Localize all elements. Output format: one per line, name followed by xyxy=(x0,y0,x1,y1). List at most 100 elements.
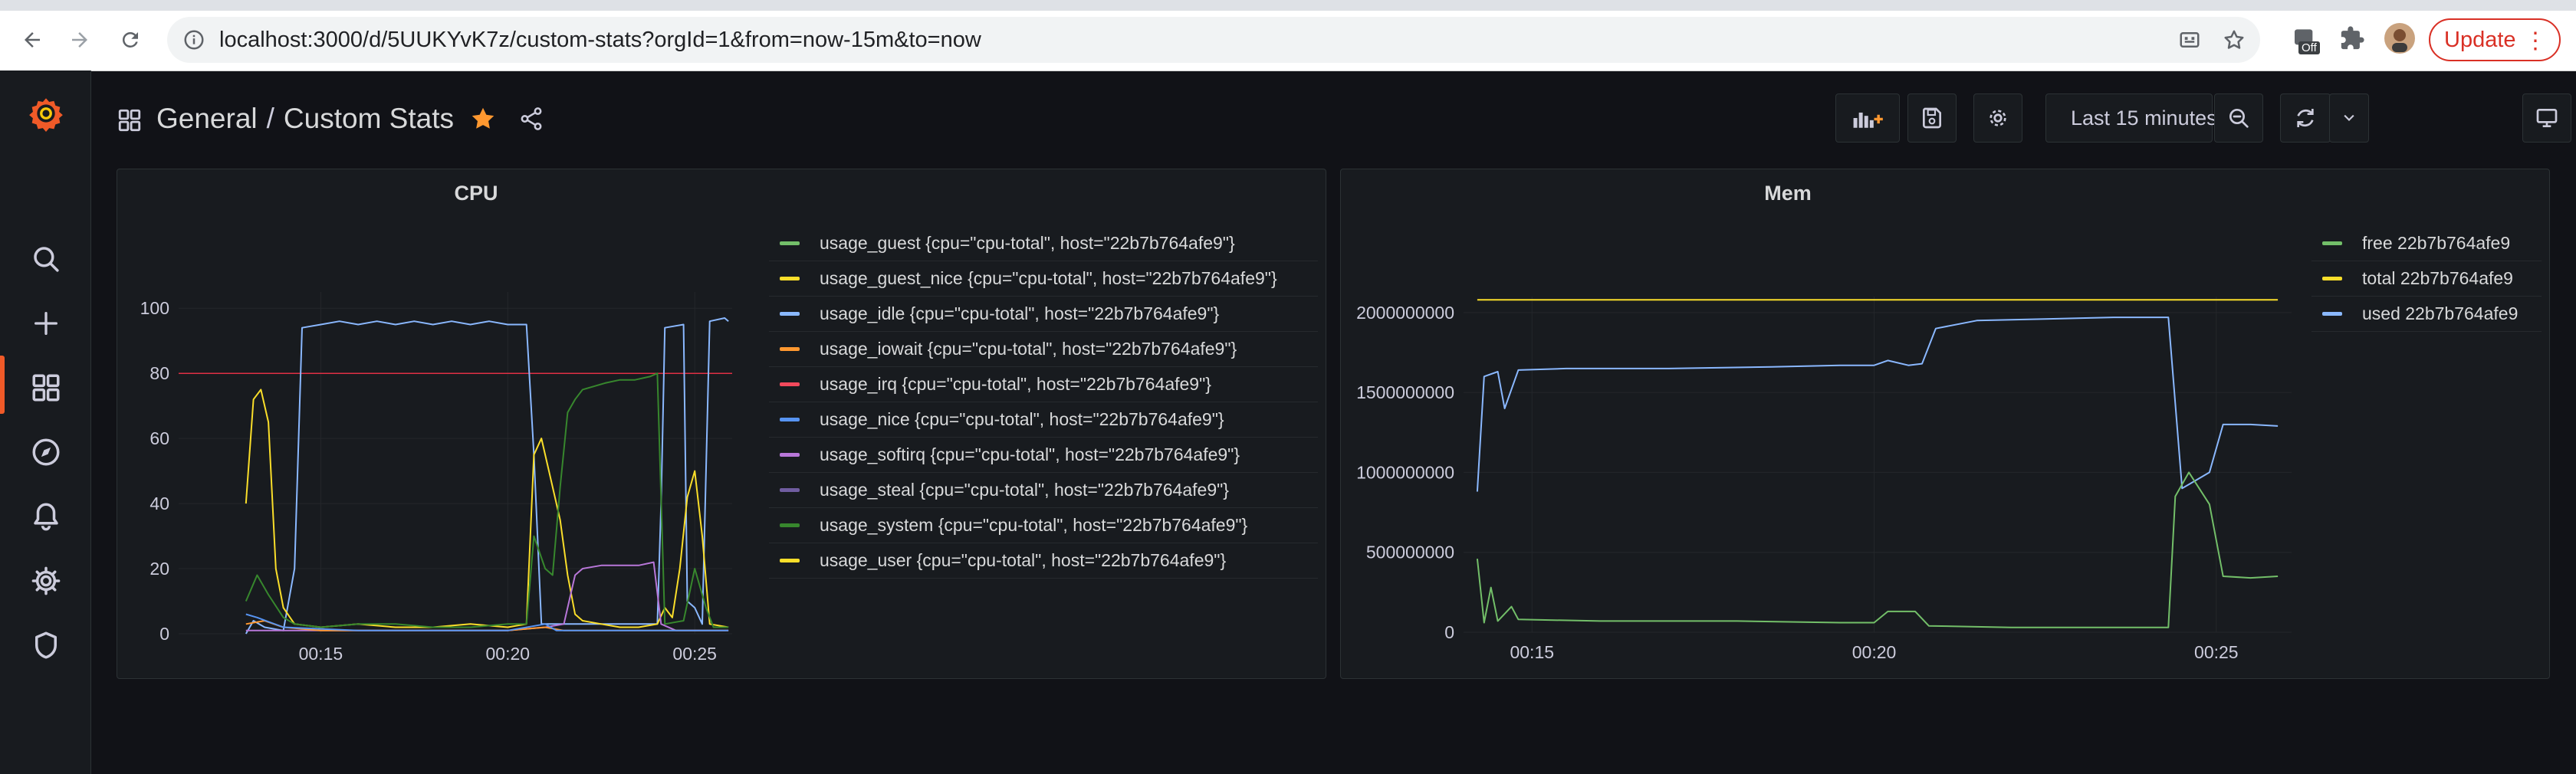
url-text[interactable]: localhost:3000/d/5UUKYvK7z/custom-stats?… xyxy=(219,28,981,53)
x-tick-label: 00:25 xyxy=(672,644,717,664)
legend-item[interactable]: usage_system {cpu="cpu-total", host="22b… xyxy=(769,508,1318,543)
arrow-left-icon xyxy=(25,32,40,48)
legend-item[interactable]: usage_steal {cpu="cpu-total", host="22b7… xyxy=(769,473,1318,508)
y-tick-label: 0 xyxy=(1444,622,1454,642)
breadcrumb-separator: / xyxy=(266,103,274,134)
legend-color-swatch xyxy=(2322,312,2342,316)
legend-item[interactable]: usage_user {cpu="cpu-total", host="22b7b… xyxy=(769,543,1318,579)
page-title[interactable]: Custom Stats xyxy=(284,103,454,135)
more-vert-icon[interactable]: ⋮ xyxy=(2524,28,2547,54)
info-icon[interactable] xyxy=(182,28,205,51)
legend-item[interactable]: usage_guest {cpu="cpu-total", host="22b7… xyxy=(769,226,1318,261)
profile-avatar[interactable] xyxy=(2381,20,2418,57)
star-icon[interactable] xyxy=(469,105,497,133)
legend-item[interactable]: usage_softirq {cpu="cpu-total", host="22… xyxy=(769,438,1318,473)
add-panel-icon xyxy=(1853,112,1883,128)
legend-item[interactable]: free 22b7b764afe9 xyxy=(2312,226,2542,261)
folder-link[interactable]: General xyxy=(156,103,258,135)
y-tick-label: 1000000000 xyxy=(1356,462,1454,482)
search-icon[interactable] xyxy=(26,239,66,279)
shield-icon[interactable] xyxy=(26,625,66,665)
legend-color-swatch xyxy=(780,277,800,280)
cpu-graph[interactable]: 0 20 40 60 80 100 00:15 00:20 00:25 xyxy=(117,169,777,680)
legend-label: usage_steal {cpu="cpu-total", host="22b7… xyxy=(820,480,1229,500)
plus-create-icon[interactable] xyxy=(26,303,66,343)
time-picker-button[interactable]: Last 15 minutes xyxy=(2045,93,2217,143)
series-line-usage_nice xyxy=(245,613,729,631)
breadcrumb: General / Custom Stats xyxy=(156,103,544,135)
grafana-logo-icon[interactable] xyxy=(26,93,66,133)
update-button[interactable]: Update ⋮ xyxy=(2429,18,2561,61)
y-tick-label: 1500000000 xyxy=(1356,382,1454,402)
extensions-puzzle-icon[interactable] xyxy=(2334,20,2371,57)
reload-button[interactable] xyxy=(113,23,147,57)
reload-icon xyxy=(122,31,138,48)
legend-color-swatch xyxy=(780,382,800,386)
extension-off-icon[interactable]: Off xyxy=(2288,20,2325,57)
legend-label: usage_idle {cpu="cpu-total", host="22b7b… xyxy=(820,303,1220,323)
legend-item[interactable]: usage_nice {cpu="cpu-total", host="22b7b… xyxy=(769,402,1318,438)
dashboards-icon[interactable] xyxy=(26,368,66,408)
zoom-out-button[interactable] xyxy=(2214,93,2263,143)
legend-color-swatch xyxy=(2322,277,2342,280)
y-tick-label: 100 xyxy=(140,298,169,318)
legend-color-swatch xyxy=(780,312,800,316)
legend-item[interactable]: usage_irq {cpu="cpu-total", host="22b7b7… xyxy=(769,367,1318,402)
x-tick-label: 00:20 xyxy=(486,644,531,664)
add-panel-button[interactable] xyxy=(1835,93,1900,143)
legend-label: used 22b7b764afe9 xyxy=(2362,303,2518,323)
legend-color-swatch xyxy=(780,453,800,457)
legend-item[interactable]: used 22b7b764afe9 xyxy=(2312,297,2542,332)
refresh-button[interactable] xyxy=(2280,93,2331,143)
arrow-right-icon xyxy=(72,32,87,48)
save-icon xyxy=(1922,107,1941,129)
cpu-panel[interactable]: CPU 0 20 40 60 80 100 00:15 00:20 00:25 usage_gu… xyxy=(117,169,1326,679)
y-tick-label: 2000000000 xyxy=(1356,303,1454,323)
zoom-out-icon xyxy=(2229,109,2249,128)
configuration-gear-icon[interactable] xyxy=(26,561,66,601)
legend-color-swatch xyxy=(780,559,800,562)
browser-toolbar: localhost:3000/d/5UUKYvK7z/custom-stats?… xyxy=(0,0,2576,71)
mem-graph[interactable]: 0 500000000 1000000000 1500000000 2000000000… xyxy=(1341,169,2292,680)
y-tick-label: 0 xyxy=(159,624,169,644)
x-tick-label: 00:20 xyxy=(1852,642,1897,662)
legend-label: free 22b7b764afe9 xyxy=(2362,233,2511,253)
tv-mode-button[interactable] xyxy=(2522,93,2571,143)
legend-color-swatch xyxy=(780,347,800,351)
legend-label: usage_iowait {cpu="cpu-total", host="22b… xyxy=(820,339,1237,359)
x-tick-label: 00:25 xyxy=(2194,642,2239,662)
legend-item[interactable]: usage_iowait {cpu="cpu-total", host="22b… xyxy=(769,332,1318,367)
dashboard-navbar: General / Custom Stats Last 15 minutes xyxy=(90,71,2576,167)
legend-label: usage_system {cpu="cpu-total", host="22b… xyxy=(820,515,1248,535)
legend-label: usage_guest_nice {cpu="cpu-total", host=… xyxy=(820,268,1277,288)
explore-compass-icon[interactable] xyxy=(26,432,66,472)
cast-icon[interactable] xyxy=(2176,26,2203,54)
y-tick-label: 500000000 xyxy=(1366,543,1454,562)
legend-item[interactable]: usage_idle {cpu="cpu-total", host="22b7b… xyxy=(769,297,1318,332)
tab-strip xyxy=(0,0,2576,11)
dashboard-settings-button[interactable] xyxy=(1973,93,2022,143)
x-tick-label: 00:15 xyxy=(1510,642,1554,662)
refresh-interval-dropdown[interactable] xyxy=(2329,93,2369,143)
mem-panel[interactable]: Mem 0 500000000 1000000000 1500000000 200000… xyxy=(1340,169,2550,679)
back-button[interactable] xyxy=(15,23,49,57)
alerting-bell-icon[interactable] xyxy=(26,497,66,536)
save-dashboard-button[interactable] xyxy=(1907,93,1957,143)
update-button-label: Update xyxy=(2444,27,2516,52)
legend-color-swatch xyxy=(780,488,800,492)
sidebar xyxy=(0,71,91,774)
series-line-usage_system xyxy=(245,372,729,628)
address-bar[interactable]: localhost:3000/d/5UUKYvK7z/custom-stats?… xyxy=(167,17,2260,63)
forward-button[interactable] xyxy=(63,23,97,57)
legend-label: usage_irq {cpu="cpu-total", host="22b7b7… xyxy=(820,374,1211,394)
cog-icon xyxy=(1990,110,2006,126)
legend-label: total 22b7b764afe9 xyxy=(2362,268,2513,288)
series-line-free xyxy=(1476,471,2279,628)
legend-item[interactable]: usage_guest_nice {cpu="cpu-total", host=… xyxy=(769,261,1318,297)
legend-item[interactable]: total 22b7b764afe9 xyxy=(2312,261,2542,297)
y-tick-label: 80 xyxy=(150,363,169,383)
refresh-icon xyxy=(2297,109,2314,127)
chevron-down-icon xyxy=(2344,114,2354,122)
bookmark-star-icon[interactable] xyxy=(2220,26,2248,54)
share-icon[interactable] xyxy=(518,106,544,132)
